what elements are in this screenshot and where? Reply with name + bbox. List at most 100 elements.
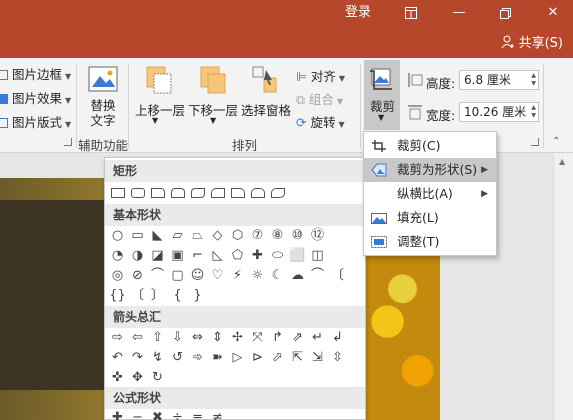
basic-shape-icon[interactable]: ⑩	[289, 227, 306, 244]
picture-border-button[interactable]: 图片边框 ▼	[0, 64, 71, 83]
arrow-shape-icon[interactable]: ⤧	[249, 329, 266, 346]
basic-shape-icon[interactable]: 〕	[149, 287, 166, 304]
snip-same-side-shape-icon[interactable]	[169, 184, 186, 201]
basic-shape-icon[interactable]: ⌒	[309, 267, 326, 284]
basic-shape-icon[interactable]: ◺	[209, 247, 226, 264]
arrow-shape-icon[interactable]: ↵	[309, 329, 326, 346]
basic-shape-icon[interactable]: ⑧	[269, 227, 286, 244]
rounded-rectangle-shape-icon[interactable]	[129, 184, 146, 201]
basic-shape-icon[interactable]: ♡	[209, 267, 226, 284]
basic-shape-icon[interactable]: ☺	[189, 267, 206, 284]
round-diagonal-shape-icon[interactable]	[269, 184, 286, 201]
arrow-shape-icon[interactable]: ⇔	[189, 329, 206, 346]
vertical-scrollbar[interactable]: ▲	[553, 153, 573, 420]
bring-forward-button[interactable]: 上移一层	[135, 100, 185, 119]
rotate-button[interactable]: ⟳ 旋转 ▼	[296, 112, 345, 131]
equation-shape-icon[interactable]: ✚	[109, 409, 126, 420]
crop-button[interactable]: 裁剪 ▼	[364, 60, 400, 130]
arrow-shape-icon[interactable]: ⇦	[129, 329, 146, 346]
equation-shape-icon[interactable]: ═	[189, 409, 206, 420]
selection-pane-button[interactable]: 选择窗格	[241, 100, 291, 119]
basic-shape-icon[interactable]: ⬭	[269, 247, 286, 264]
arrow-shape-icon[interactable]: ✥	[129, 369, 146, 386]
basic-shape-icon[interactable]: ▢	[169, 267, 186, 284]
basic-shape-icon[interactable]: ▣	[169, 247, 186, 264]
arrow-shape-icon[interactable]: ⬀	[269, 349, 286, 366]
width-input[interactable]: 10.26 厘米 ▲ ▼	[459, 102, 539, 122]
arrow-shape-icon[interactable]: ⇧	[149, 329, 166, 346]
arrow-shape-icon[interactable]: ↱	[269, 329, 286, 346]
arrow-shape-icon[interactable]: ⇩	[169, 329, 186, 346]
menu-item-aspect-ratio[interactable]: 纵横比(A) ▶	[364, 182, 496, 206]
arrow-shape-icon[interactable]: ▷	[229, 349, 246, 366]
close-icon[interactable]: ✕	[542, 0, 564, 28]
menu-item-crop[interactable]: 裁剪(C)	[364, 134, 496, 158]
basic-shape-icon[interactable]: ⊘	[129, 267, 146, 284]
spinner-arrows-icon[interactable]: ▲ ▼	[531, 72, 536, 88]
basic-shape-icon[interactable]: ⑦	[249, 227, 266, 244]
arrow-shape-icon[interactable]: ⇲	[309, 349, 326, 366]
share-button[interactable]: 共享(S)	[501, 32, 563, 51]
equation-shape-icon[interactable]: ✖	[149, 409, 166, 420]
size-dialog-launcher-icon[interactable]	[531, 138, 539, 146]
basic-shape-icon[interactable]: ⬠	[229, 247, 246, 264]
arrow-shape-icon[interactable]: ⇳	[329, 349, 346, 366]
equation-shape-icon[interactable]: ≠	[209, 409, 226, 420]
picture-layout-button[interactable]: 图片版式 ▼	[0, 112, 71, 131]
basic-shape-icon[interactable]: {	[169, 287, 186, 304]
basic-shape-icon[interactable]: ⌒	[149, 267, 166, 284]
arrow-shape-icon[interactable]: ⊳	[249, 349, 266, 366]
round-single-corner-shape-icon[interactable]	[229, 184, 246, 201]
basic-shape-icon[interactable]: ✚	[249, 247, 266, 264]
basic-shape-icon[interactable]: ⏢	[189, 227, 206, 244]
spinner-arrows-icon[interactable]: ▲ ▼	[531, 104, 536, 120]
height-input[interactable]: 6.8 厘米 ▲ ▼	[459, 70, 539, 90]
arrow-shape-icon[interactable]: ⇨	[109, 329, 126, 346]
arrow-shape-icon[interactable]: ⇗	[289, 329, 306, 346]
replace-text-button[interactable]: 替换 文字	[90, 98, 116, 128]
basic-shape-icon[interactable]: ▭	[129, 227, 146, 244]
basic-shape-icon[interactable]: ◪	[149, 247, 166, 264]
menu-item-fit[interactable]: 调整(T)	[364, 230, 496, 254]
basic-shape-icon[interactable]: ◎	[109, 267, 126, 284]
basic-shape-icon[interactable]: ▱	[169, 227, 186, 244]
basic-shape-icon[interactable]: ◇	[209, 227, 226, 244]
rectangle-shape-icon[interactable]	[109, 184, 126, 201]
basic-shape-icon[interactable]: ☁	[289, 267, 306, 284]
collapse-ribbon-icon[interactable]: ⌃	[552, 136, 560, 147]
basic-shape-icon[interactable]: ⑫	[309, 227, 326, 244]
align-button[interactable]: ⊫ 对齐 ▼	[296, 66, 345, 85]
dialog-launcher-icon[interactable]	[64, 138, 72, 146]
group-button[interactable]: ⧉ 组合 ▼	[296, 89, 343, 108]
basic-shape-icon[interactable]: ◣	[149, 227, 166, 244]
basic-shape-icon[interactable]: ⬜	[289, 247, 306, 264]
basic-shape-icon[interactable]: 〔	[129, 287, 146, 304]
snip-diagonal-shape-icon[interactable]	[189, 184, 206, 201]
arrow-shape-icon[interactable]: ⇕	[209, 329, 226, 346]
menu-item-fill[interactable]: 填充(L)	[364, 206, 496, 230]
menu-item-crop-to-shape[interactable]: 裁剪为形状(S) ▶	[364, 158, 496, 182]
picture-effects-button[interactable]: 图片效果 ▼	[0, 88, 71, 107]
basic-shape-icon[interactable]: ◑	[129, 247, 146, 264]
basic-shape-icon[interactable]: }	[189, 287, 206, 304]
arrow-shape-icon[interactable]: ✜	[109, 369, 126, 386]
minimize-icon[interactable]: —	[448, 0, 470, 28]
arrow-shape-icon[interactable]: ⇱	[289, 349, 306, 366]
basic-shape-icon[interactable]: ○	[109, 227, 126, 244]
arrow-shape-icon[interactable]: ↲	[329, 329, 346, 346]
arrow-shape-icon[interactable]: ✢	[229, 329, 246, 346]
arrow-shape-icon[interactable]: ➾	[189, 349, 206, 366]
equation-shape-icon[interactable]: ÷	[169, 409, 186, 420]
basic-shape-icon[interactable]: 〔	[329, 267, 346, 284]
login-link[interactable]: 登录	[336, 0, 380, 28]
snip-single-corner-shape-icon[interactable]	[149, 184, 166, 201]
snip-round-shape-icon[interactable]	[209, 184, 226, 201]
basic-shape-icon[interactable]: ◫	[309, 247, 326, 264]
ribbon-display-icon[interactable]	[400, 0, 422, 28]
arrow-shape-icon[interactable]: ↺	[169, 349, 186, 366]
basic-shape-icon[interactable]: ☼	[249, 267, 266, 284]
basic-shape-icon[interactable]: ⬡	[229, 227, 246, 244]
arrow-shape-icon[interactable]: ↻	[149, 369, 166, 386]
basic-shape-icon[interactable]: ⌐	[189, 247, 206, 264]
arrow-shape-icon[interactable]: ➽	[209, 349, 226, 366]
